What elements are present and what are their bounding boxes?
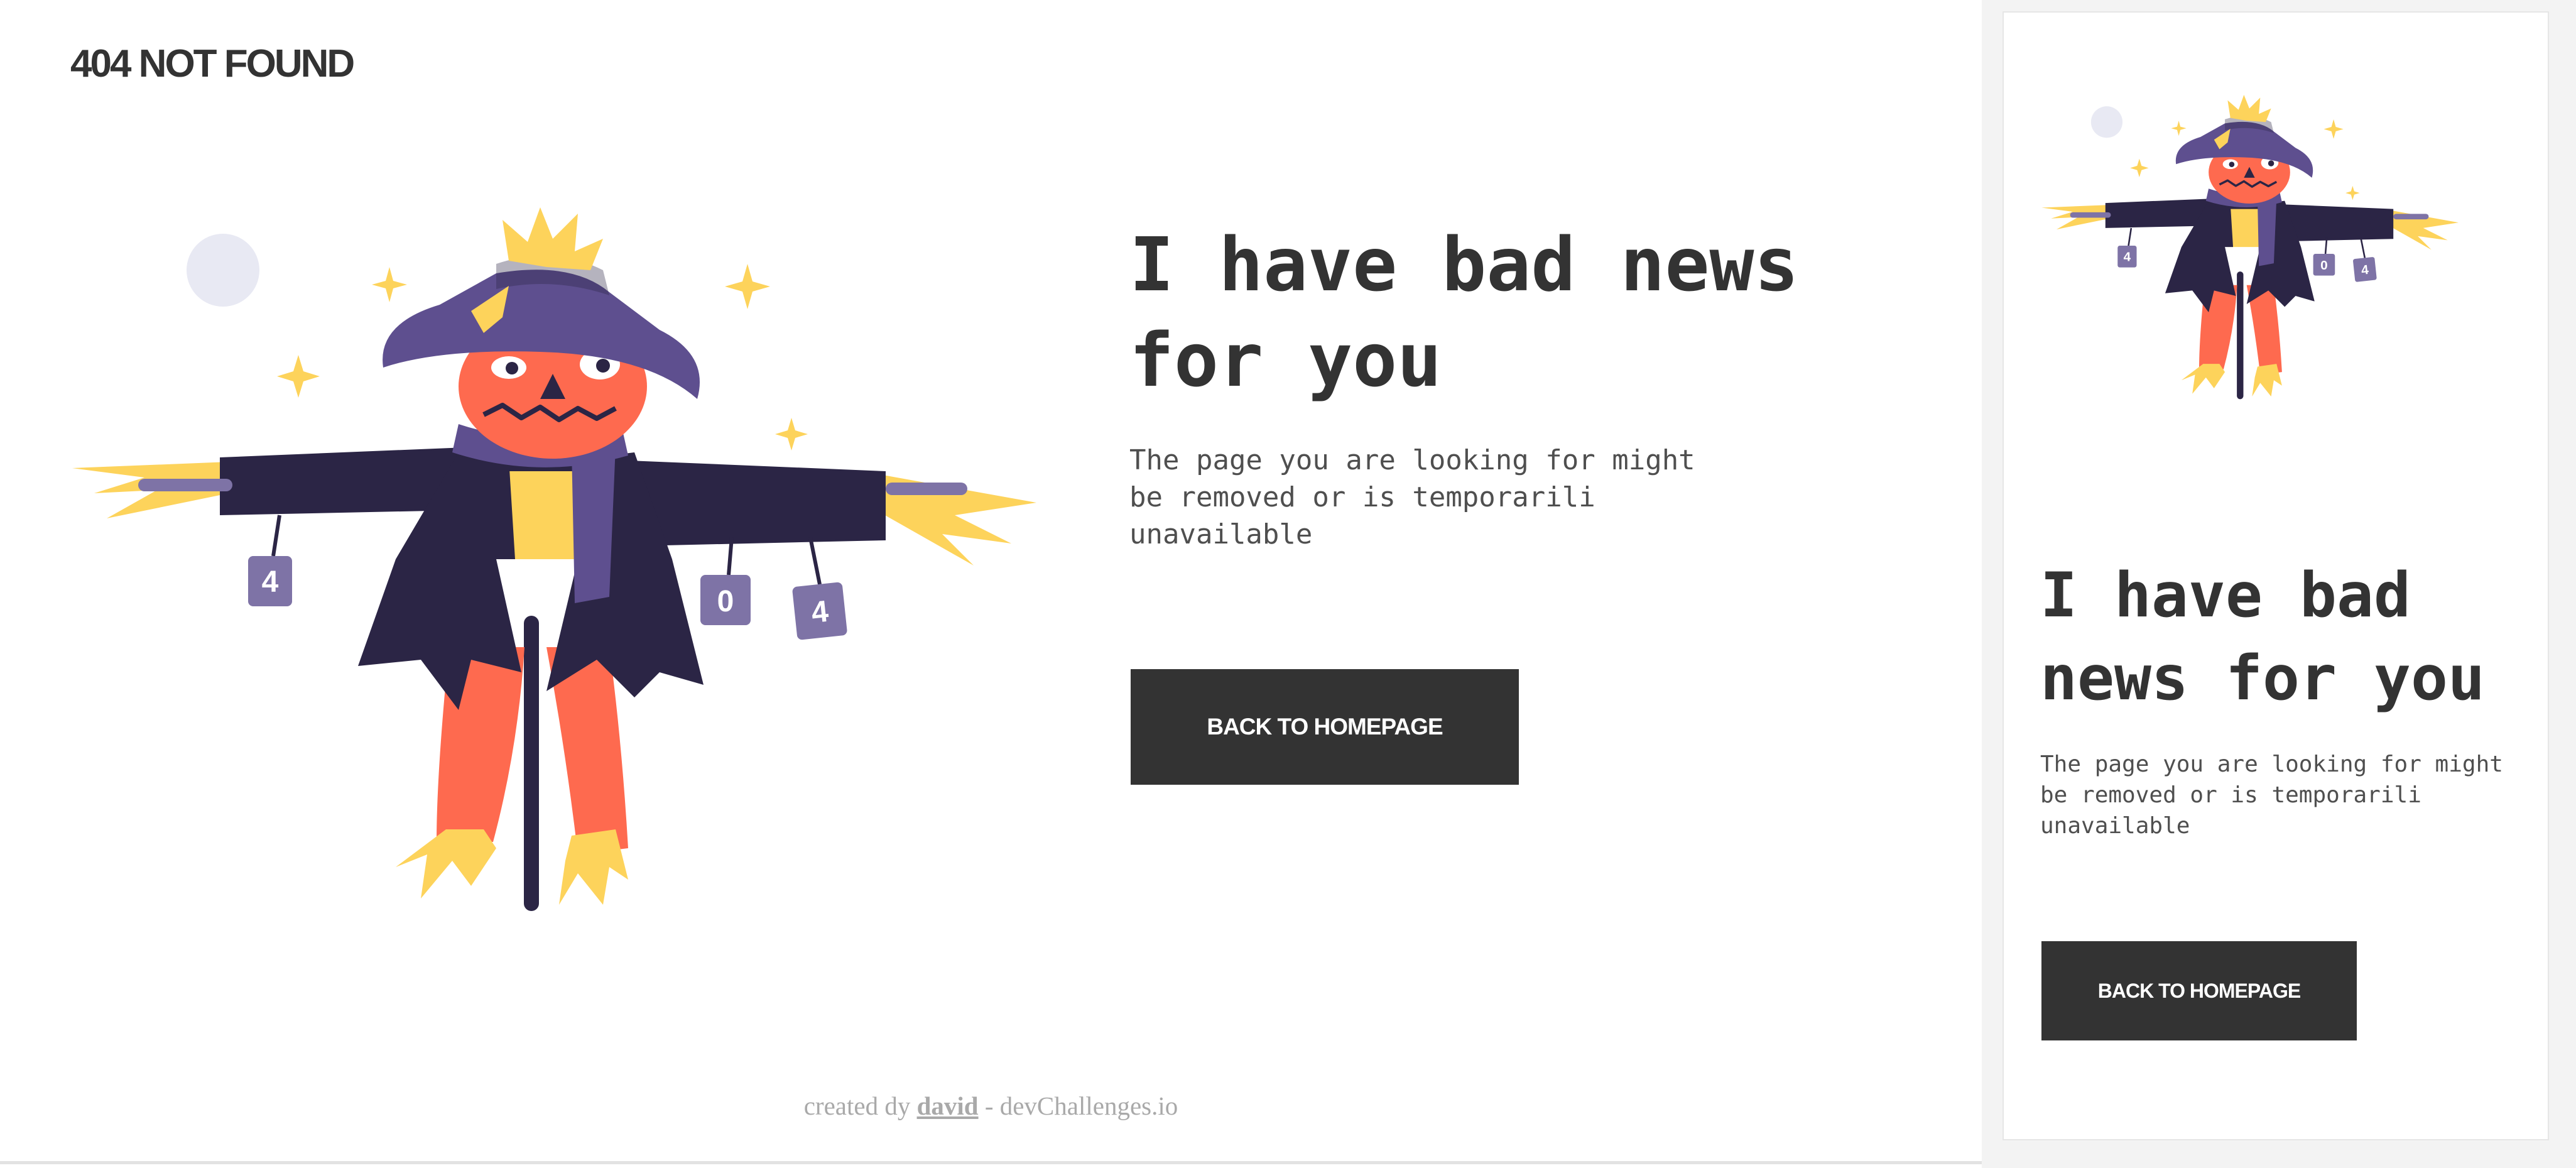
mobile-error-message: The page you are looking for might be re… (2040, 751, 2503, 839)
divider (0, 1161, 1982, 1164)
mobile-back-to-homepage-button[interactable]: BACK TO HOMEPAGE (2041, 941, 2357, 1040)
desktop-view: 404 NOT FOUND I have bad news for you Th… (0, 0, 1982, 1168)
footer-suffix: - devChallenges.io (984, 1091, 1178, 1120)
mobile-headline: I have bad news for you (2040, 560, 2486, 714)
mobile-preview: I have bad news for you The page you are… (2003, 11, 2549, 1140)
error-message: The page you are looking for might be re… (1129, 444, 1695, 550)
footer-author-link[interactable]: david (917, 1091, 979, 1120)
back-to-homepage-button[interactable]: BACK TO HOMEPAGE (1131, 669, 1519, 785)
scarecrow-illustration-small (2040, 94, 2459, 401)
footer: created dy david - devChallenges.io (0, 1091, 1982, 1121)
brand-title: 404 NOT FOUND (70, 42, 355, 85)
footer-prefix: created dy (803, 1091, 911, 1120)
headline: I have bad news for you (1129, 221, 1799, 403)
scarecrow-illustration (69, 207, 1036, 924)
